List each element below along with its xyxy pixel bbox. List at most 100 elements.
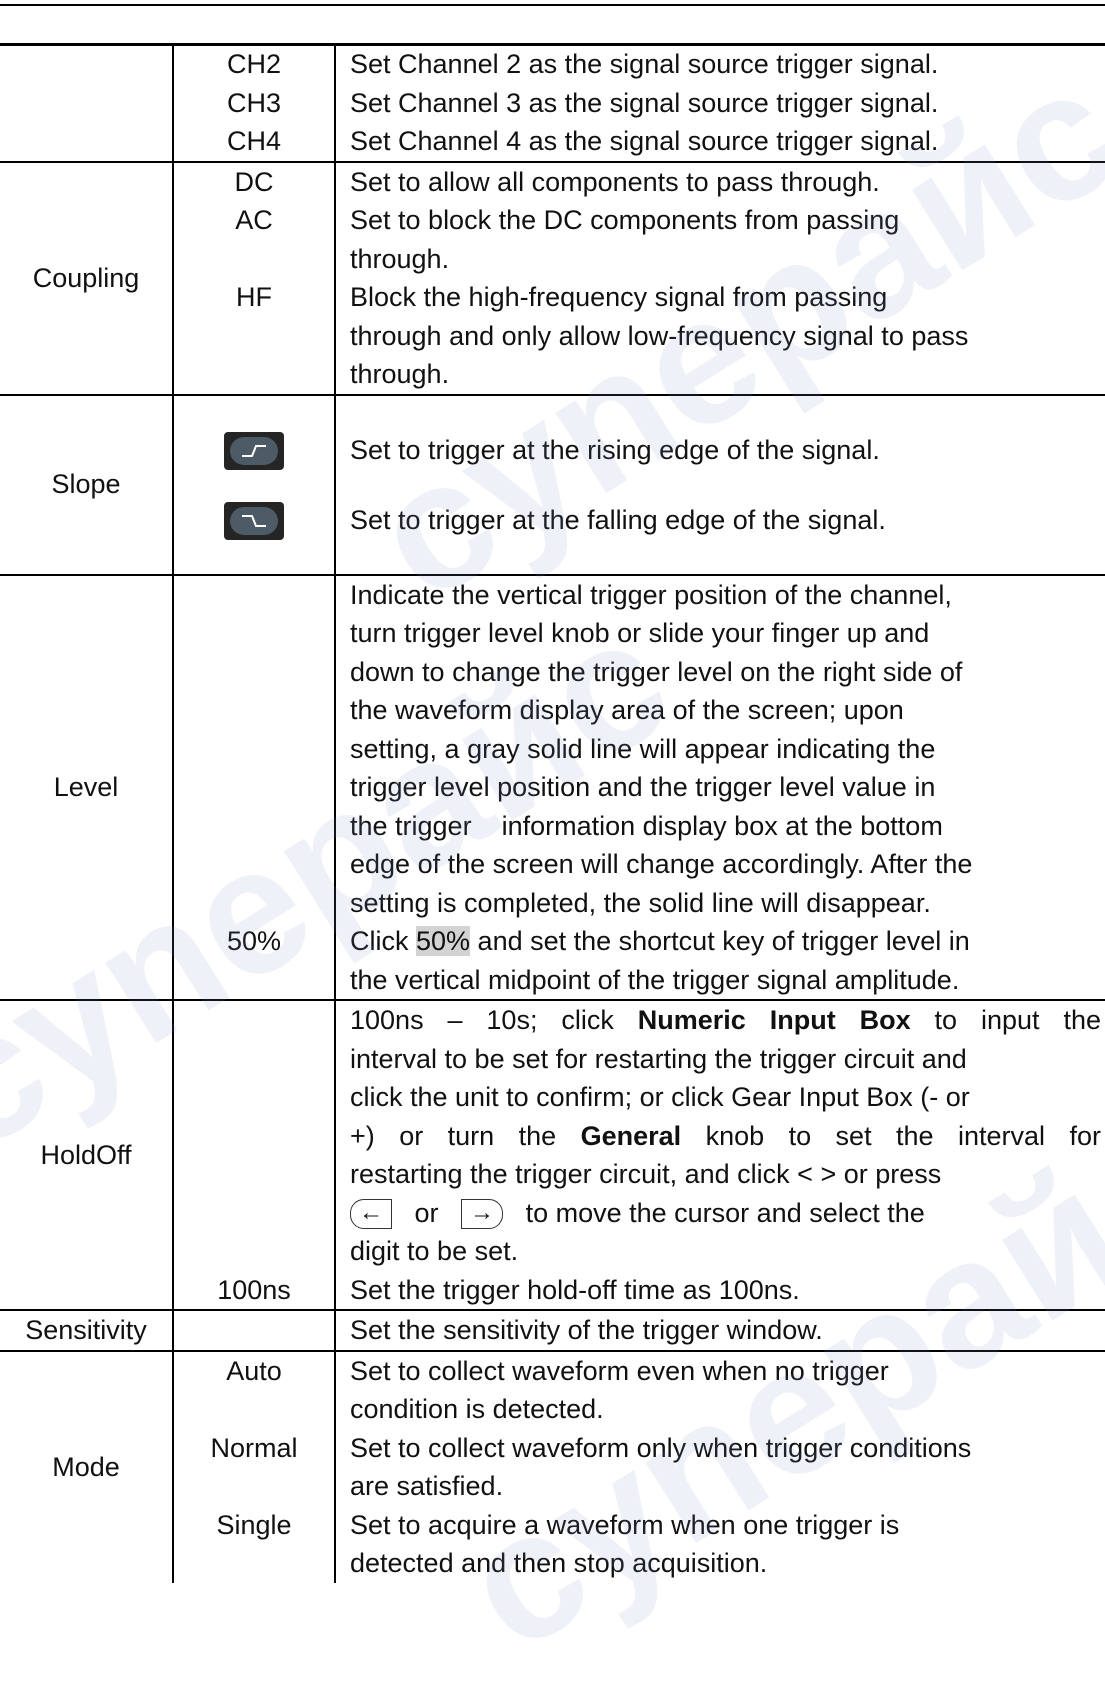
desc-normal-1: Set to collect waveform only when trigge… xyxy=(350,1432,972,1463)
mode-label: Mode xyxy=(0,1350,174,1583)
sensitivity-desc-cell: Set the sensitivity of the trigger windo… xyxy=(335,1310,1105,1352)
level-line-9: setting is completed, the solid line wil… xyxy=(350,887,931,918)
sensitivity-row: Sensitivity Set the sensitivity of the t… xyxy=(0,1310,1105,1352)
desc-auto-2: condition is detected. xyxy=(350,1394,604,1424)
mode-desc-cell: Set to collect waveform even when no tri… xyxy=(335,1351,1105,1583)
text: to input the xyxy=(910,1005,1101,1035)
holdoff-line-2: interval to be set for restarting the tr… xyxy=(350,1043,967,1074)
desc-hf-3: through. xyxy=(350,359,450,389)
option-dc: DC xyxy=(234,166,274,197)
option-ac: AC xyxy=(235,205,273,235)
option-ch3: CH3 xyxy=(226,87,281,118)
sensitivity-label: Sensitivity xyxy=(0,1310,174,1352)
source-desc-cell: Set Channel 2 as the signal source trigg… xyxy=(335,45,1105,163)
mode-row: Mode Auto Normal Single Set to collect w… xyxy=(0,1350,1105,1583)
sensitivity-options-cell xyxy=(173,1310,336,1352)
coupling-desc-cell: Set to allow all components to pass thro… xyxy=(335,161,1105,396)
source-row: CH2 CH3 CH4 Set Channel 2 as the signal … xyxy=(0,45,1105,163)
text: to move the cursor and select the xyxy=(525,1197,925,1228)
slope-falling-wrap xyxy=(174,492,334,548)
holdoff-line-5: restarting the trigger circuit, and clic… xyxy=(350,1159,942,1189)
level-options-cell: 50% xyxy=(173,574,336,1001)
text: +) or turn the xyxy=(350,1120,581,1151)
option-single: Single xyxy=(216,1509,292,1540)
falling-edge-icon xyxy=(224,502,284,541)
desc-hf-2: through and only allow low-frequency sig… xyxy=(350,320,969,351)
option-100ns: 100ns xyxy=(217,1274,291,1305)
coupling-options-cell: DC AC HF xyxy=(173,161,336,396)
right-arrow-key-icon: → xyxy=(461,1199,504,1230)
coupling-row: Coupling DC AC HF Set to allow all compo… xyxy=(0,161,1105,396)
level-label: Level xyxy=(0,574,174,1001)
option-ch2: CH2 xyxy=(226,49,281,79)
desc-falling: Set to trigger at the falling edge of th… xyxy=(350,504,886,535)
holdoff-options-cell: 100ns xyxy=(173,1000,336,1311)
level-row: Level 50% Indicate the vertical trigger … xyxy=(0,574,1105,1001)
text: and set the shortcut key of trigger leve… xyxy=(470,926,970,956)
holdoff-line-7: digit to be set. xyxy=(350,1236,519,1266)
slope-row: Slope Set to trigger at the rising edge … xyxy=(0,394,1105,576)
desc-normal-2: are satisfied. xyxy=(350,1471,504,1501)
holdoff-line-6: ← or → to move the cursor and select the xyxy=(350,1194,1101,1233)
desc-auto-1: Set to collect waveform even when no tri… xyxy=(350,1355,889,1386)
option-50-percent: 50% xyxy=(226,926,282,956)
desc-ac-1: Set to block the DC components from pass… xyxy=(350,205,900,235)
slope-rising-wrap xyxy=(174,422,334,478)
text: Click xyxy=(350,926,416,956)
mode-options-cell: Auto Normal Single xyxy=(173,1350,336,1583)
rising-edge-icon xyxy=(224,432,284,471)
trigger-settings-table: CH2 CH3 CH4 Set Channel 2 as the signal … xyxy=(0,45,1105,1583)
slope-desc-cell: Set to trigger at the rising edge of the… xyxy=(335,394,1105,576)
desc-single-2: detected and then stop acquisition. xyxy=(350,1548,768,1578)
level-line-2: turn trigger level knob or slide your fi… xyxy=(350,618,930,648)
fifty-percent-highlight: 50% xyxy=(416,926,471,956)
holdoff-line-1: 100ns – 10s; click Numeric Input Box to … xyxy=(350,1001,1101,1040)
holdoff-100ns-desc: Set the trigger hold-off time as 100ns. xyxy=(350,1274,800,1305)
option-auto: Auto xyxy=(226,1355,282,1386)
desc-dc: Set to allow all components to pass thro… xyxy=(350,166,880,197)
level-fifty-desc-2: the vertical midpoint of the trigger sig… xyxy=(350,964,960,995)
holdoff-line-4: +) or turn the General knob to set the i… xyxy=(350,1117,1101,1156)
desc-rising: Set to trigger at the rising edge of the… xyxy=(350,434,880,465)
holdoff-line-3: click the unit to confirm; or click Gear… xyxy=(350,1082,970,1112)
text: or xyxy=(414,1197,439,1228)
bold-text: Numeric Input Box xyxy=(637,1005,911,1035)
option-normal: Normal xyxy=(210,1432,298,1463)
slope-options-cell xyxy=(173,394,336,576)
desc-ac-2: through. xyxy=(350,243,450,274)
level-line-1: Indicate the vertical trigger position o… xyxy=(350,579,952,610)
coupling-label: Coupling xyxy=(0,161,174,396)
desc-ch4: Set Channel 4 as the signal source trigg… xyxy=(350,126,939,156)
level-line-3: down to change the trigger level on the … xyxy=(350,656,963,687)
bold-text: General xyxy=(580,1120,682,1151)
desc-ch2: Set Channel 2 as the signal source trigg… xyxy=(350,49,939,79)
option-hf: HF xyxy=(236,282,272,312)
level-line-8: edge of the screen will change according… xyxy=(350,849,973,879)
desc-single-1: Set to acquire a waveform when one trigg… xyxy=(350,1509,900,1540)
holdoff-label: HoldOff xyxy=(0,1000,174,1311)
level-desc-cell: Indicate the vertical trigger position o… xyxy=(335,574,1105,1001)
desc-ch3: Set Channel 3 as the signal source trigg… xyxy=(350,87,939,118)
slope-label: Slope xyxy=(0,394,174,576)
level-fifty-desc: Click 50% and set the shortcut key of tr… xyxy=(350,922,1101,961)
source-options-cell: CH2 CH3 CH4 xyxy=(173,45,336,163)
level-line-4: the waveform display area of the screen;… xyxy=(350,695,904,725)
